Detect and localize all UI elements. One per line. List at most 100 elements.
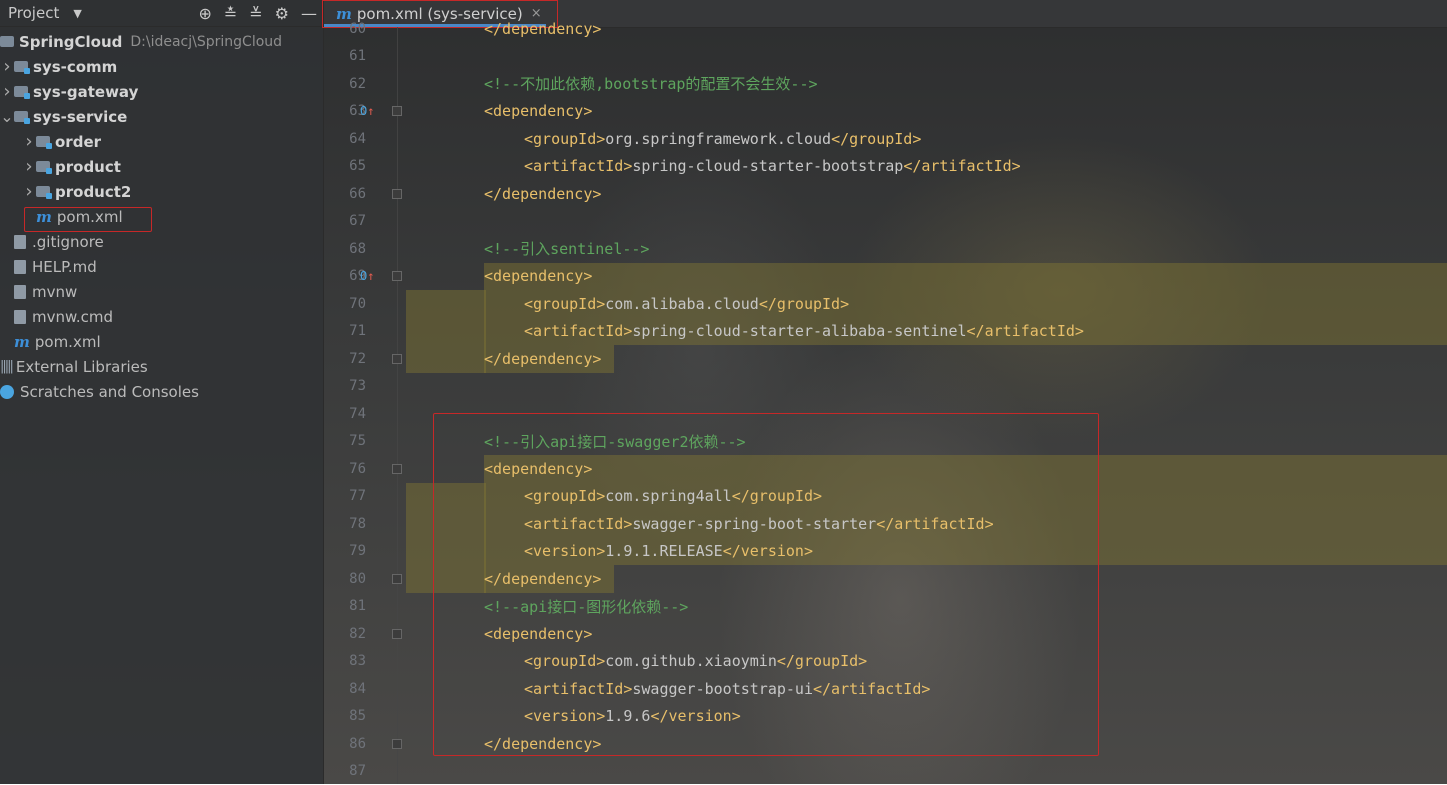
line-number: 80 bbox=[349, 570, 366, 587]
tree-item-label: order bbox=[55, 132, 102, 151]
line-number: 61 bbox=[349, 48, 366, 64]
code-line[interactable]: 67 bbox=[324, 208, 1447, 235]
tree-item-label: SpringCloud bbox=[19, 32, 123, 51]
tree-item[interactable]: ⌄SpringCloudD:\ideacj\SpringCloud bbox=[0, 29, 323, 54]
tree-item[interactable]: .gitignore bbox=[0, 229, 323, 254]
chevron-right-icon[interactable]: › bbox=[22, 181, 36, 202]
locate-icon[interactable]: ⊕ bbox=[198, 4, 211, 23]
code-line[interactable]: 87 bbox=[324, 758, 1447, 785]
xml-tag: </artifactId> bbox=[966, 322, 1084, 340]
line-number: 62 bbox=[349, 75, 366, 92]
code-line[interactable]: 64 <groupId>org.springframework.cloud</gr… bbox=[324, 125, 1447, 152]
line-number: 64 bbox=[349, 130, 366, 147]
folder-icon bbox=[36, 136, 52, 149]
fold-marker-icon[interactable] bbox=[392, 271, 402, 281]
hide-icon[interactable]: — bbox=[301, 4, 317, 23]
line-number: 81 bbox=[349, 598, 366, 614]
tree-item[interactable]: › product bbox=[0, 154, 323, 179]
chevron-right-icon[interactable]: › bbox=[0, 56, 14, 77]
code-line[interactable]: 60 </dependency> bbox=[324, 15, 1447, 42]
chevron-right-icon[interactable]: › bbox=[22, 156, 36, 177]
tree-item-label: sys-service bbox=[33, 107, 128, 126]
collapse-all-icon[interactable]: ≚ bbox=[249, 4, 262, 23]
fold-marker-icon[interactable] bbox=[392, 188, 402, 199]
tree-item[interactable]: ||||| External Libraries bbox=[0, 354, 323, 379]
tree-item[interactable]: › sys-comm bbox=[0, 54, 323, 79]
line-number: 67 bbox=[349, 213, 366, 229]
xml-tag: </dependency> bbox=[484, 184, 602, 203]
chevron-down-icon[interactable]: ⌄ bbox=[0, 107, 14, 126]
project-panel-header: Project ▼ ⊕ ≛ ≚ ⚙ — bbox=[0, 0, 323, 27]
fold-marker-icon[interactable] bbox=[392, 738, 402, 749]
xml-tag: <groupId> bbox=[524, 294, 606, 313]
code-line[interactable]: 69 O↑ <dependency> bbox=[324, 263, 1447, 290]
line-number: 71 bbox=[349, 323, 366, 339]
gear-icon[interactable]: ⚙ bbox=[275, 4, 289, 23]
tree-item[interactable]: Scratches and Consoles bbox=[0, 379, 323, 404]
chevron-down-icon[interactable]: ▼ bbox=[73, 7, 81, 20]
fold-marker-icon[interactable] bbox=[392, 628, 402, 639]
line-number: 68 bbox=[349, 240, 366, 257]
tree-item[interactable]: HELP.md bbox=[0, 254, 323, 279]
code-line[interactable]: 73 bbox=[324, 373, 1447, 400]
folder-icon bbox=[14, 111, 30, 124]
tree-item[interactable]: › sys-gateway bbox=[0, 79, 323, 104]
tree-item[interactable]: mvnw bbox=[0, 279, 323, 304]
expand-all-icon[interactable]: ≛ bbox=[224, 4, 237, 23]
chevron-right-icon[interactable]: › bbox=[0, 81, 14, 102]
line-number: 76 bbox=[349, 460, 366, 477]
code-text: <groupId>com.alibaba.cloud</groupId> bbox=[524, 295, 849, 313]
code-line[interactable]: 61 bbox=[324, 43, 1447, 70]
code-line[interactable]: 72 </dependency> bbox=[324, 345, 1447, 372]
code-text: <groupId>org.springframework.cloud</grou… bbox=[524, 130, 921, 148]
tree-item[interactable]: m pom.xml bbox=[0, 329, 323, 354]
code-line[interactable]: 63 O↑ <dependency> bbox=[324, 98, 1447, 125]
fold-marker-icon[interactable] bbox=[392, 353, 402, 364]
code-line[interactable]: 70 <groupId>com.alibaba.cloud</groupId> bbox=[324, 290, 1447, 317]
annotation-highlight-box bbox=[24, 207, 152, 232]
file-icon bbox=[14, 284, 26, 299]
tree-item[interactable]: › product2 bbox=[0, 179, 323, 204]
code-text: <artifactId>spring-cloud-starter-bootstr… bbox=[524, 157, 1021, 175]
tree-item-label: pom.xml bbox=[34, 332, 101, 351]
override-icon[interactable]: O↑ bbox=[360, 269, 374, 283]
xml-tag: <artifactId> bbox=[524, 157, 633, 175]
line-number: 73 bbox=[349, 378, 366, 394]
code-line[interactable]: 66 </dependency> bbox=[324, 180, 1447, 207]
line-number: 74 bbox=[349, 405, 366, 422]
file-icon bbox=[14, 234, 26, 249]
chevron-right-icon[interactable]: › bbox=[22, 131, 36, 152]
code-line[interactable]: 68 <!--引入sentinel--> bbox=[324, 235, 1447, 262]
xml-value: spring-cloud-starter-bootstrap bbox=[632, 157, 904, 175]
fold-marker-icon[interactable] bbox=[392, 463, 402, 474]
project-view-title[interactable]: Project bbox=[8, 4, 59, 22]
code-editor: m pom.xml (sys-service) × 60 </dependency… bbox=[322, 0, 1447, 785]
fold-marker-icon[interactable] bbox=[392, 106, 402, 116]
xml-value: com.alibaba.cloud bbox=[605, 294, 759, 313]
tree-item-label: product bbox=[55, 157, 121, 176]
tree-item-label: HELP.md bbox=[32, 257, 97, 276]
folder-icon bbox=[36, 161, 52, 174]
scratches-icon bbox=[0, 384, 14, 399]
fold-marker-icon[interactable] bbox=[392, 573, 402, 584]
code-text: </dependency> bbox=[484, 20, 601, 38]
code-text: </dependency> bbox=[484, 185, 601, 203]
xml-tag: <dependency> bbox=[484, 267, 593, 285]
xml-tag: <groupId> bbox=[524, 129, 606, 148]
line-number: 83 bbox=[349, 653, 366, 669]
project-sidebar: Project ▼ ⊕ ≛ ≚ ⚙ — ⌄ SpringCloud D:\ideac… bbox=[0, 0, 324, 784]
line-number: 82 bbox=[349, 625, 366, 642]
folder-icon bbox=[0, 36, 14, 47]
line-number: 78 bbox=[349, 515, 366, 532]
override-icon[interactable]: O↑ bbox=[360, 104, 374, 118]
code-line[interactable]: 62 <!--不加此依赖,bootstrap的配置不会生效--> bbox=[324, 70, 1447, 97]
tree-item[interactable]: ⌄ sys-service bbox=[0, 104, 323, 129]
tree-item[interactable]: › order bbox=[0, 129, 323, 154]
tree-item[interactable]: mvnw.cmd bbox=[0, 304, 323, 329]
project-toolbar: ⊕ ≛ ≚ ⚙ — bbox=[198, 0, 317, 26]
code-line[interactable]: 71 <artifactId>spring-cloud-starter-aliba… bbox=[324, 318, 1447, 345]
tree-item-label: product2 bbox=[55, 182, 132, 201]
code-line[interactable]: 65 <artifactId>spring-cloud-starter-boots… bbox=[324, 153, 1447, 180]
line-number: 66 bbox=[349, 185, 366, 202]
xml-tag: </artifactId> bbox=[903, 157, 1021, 175]
